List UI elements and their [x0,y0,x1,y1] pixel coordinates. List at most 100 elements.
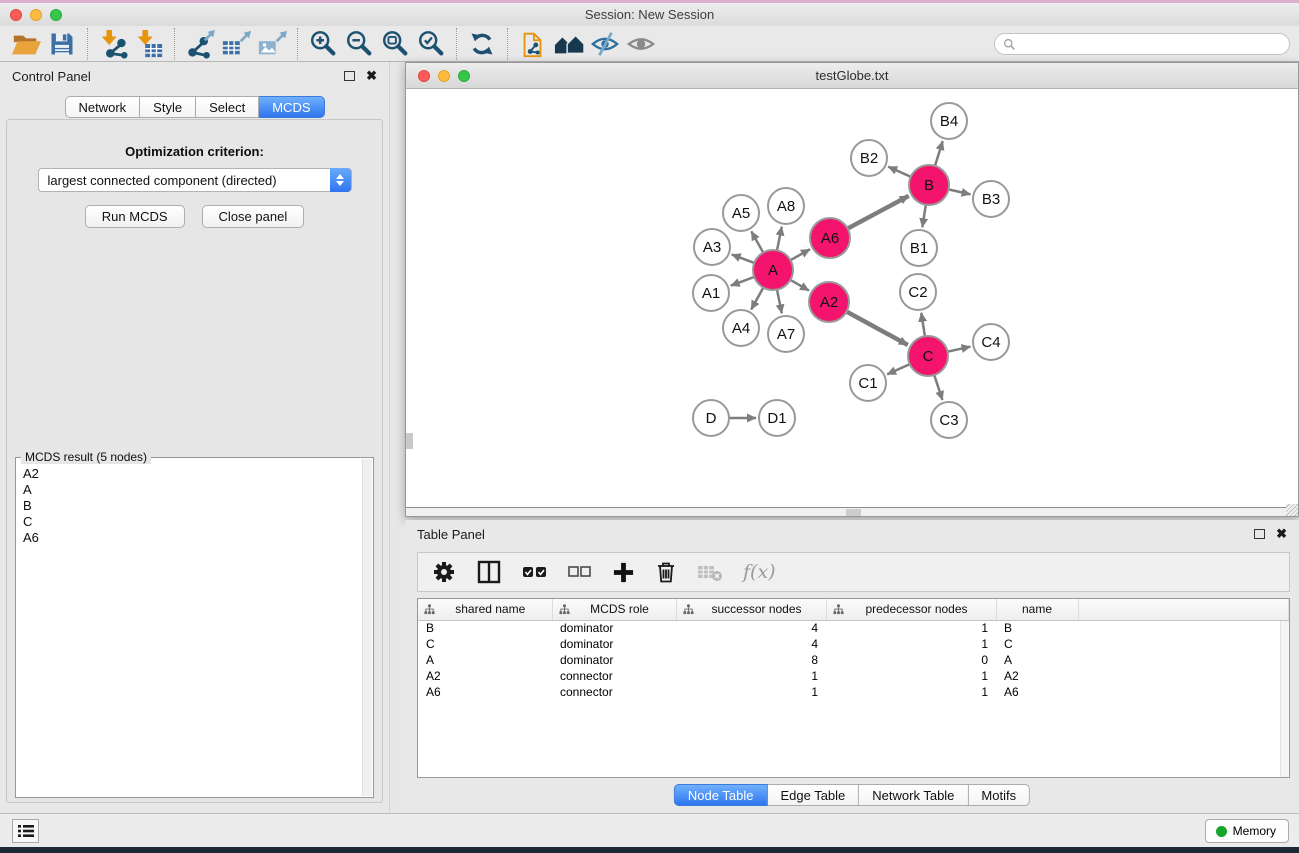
graph-svg[interactable]: B4 B2 B B3 A8A5 A6 A3 B1 A C2 A1 A2 A4A7 C4 C C1 C3 D D1 [406,89,1298,509]
svg-text:C2: C2 [908,284,927,301]
mcds-result-item[interactable]: A [23,482,373,498]
canvas-vertical-scroll-mark[interactable] [406,433,413,449]
criterion-select[interactable]: largest connected component (directed) [38,168,352,192]
tab-edge-table[interactable]: Edge Table [767,784,859,806]
zoom-out-button[interactable] [341,28,377,60]
close-table-panel-icon[interactable]: ✖ [1276,529,1287,539]
tab-mcds[interactable]: MCDS [259,96,324,118]
graph-node-A4[interactable]: A4 [723,310,759,346]
export-network-button[interactable] [182,28,218,60]
graph-node-A[interactable]: A [753,250,793,290]
first-neighbors-button[interactable] [551,28,587,60]
table-row[interactable]: A2connector11A2 [418,668,1289,684]
export-table-button[interactable] [218,28,254,60]
delete-column-button[interactable] [655,556,677,588]
show-all-button[interactable] [623,28,659,60]
tab-style[interactable]: Style [140,96,196,118]
tab-network-table[interactable]: Network Table [859,784,968,806]
graph-node-D[interactable]: D [693,400,729,436]
network-zoom-button[interactable] [458,70,470,82]
column-header-filler [1078,599,1289,620]
minimize-window-button[interactable] [30,9,42,21]
open-session-button[interactable] [8,28,44,60]
graph-node-A1[interactable]: A1 [693,275,729,311]
graph-node-B3[interactable]: B3 [973,181,1009,217]
refresh-button[interactable] [464,28,500,60]
mcds-result-item[interactable]: C [23,514,373,530]
new-network-from-selection-button[interactable] [515,28,551,60]
network-close-button[interactable] [418,70,430,82]
close-panel-icon[interactable]: ✖ [366,71,377,81]
column-header-name[interactable]: name [996,599,1078,620]
mcds-result-scrollbar[interactable] [362,459,372,796]
resize-grip-icon[interactable] [1286,504,1298,516]
save-session-button[interactable] [44,28,80,60]
mcds-result-item[interactable]: B [23,498,373,514]
import-network-button[interactable] [95,28,131,60]
table-row[interactable]: Cdominator41C [418,636,1289,652]
table-scrollbar[interactable] [1280,621,1289,777]
graph-node-A6[interactable]: A6 [810,218,850,258]
search-field[interactable] [994,33,1290,55]
task-history-button[interactable] [12,819,39,843]
tab-node-table[interactable]: Node Table [674,784,768,806]
attribute-settings-button[interactable] [432,556,456,588]
network-canvas[interactable]: B4 B2 B B3 A8A5 A6 A3 B1 A C2 A1 A2 A4A7 C4 C C1 C3 D D1 [406,89,1298,508]
add-column-button[interactable] [612,556,635,588]
table-row[interactable]: Bdominator41B [418,620,1289,636]
close-panel-button[interactable]: Close panel [202,205,305,228]
select-all-button[interactable] [522,556,548,588]
import-table-button[interactable] [131,28,167,60]
graph-node-C2[interactable]: C2 [900,274,936,310]
graph-node-A8[interactable]: A8 [768,188,804,224]
table-row[interactable]: A6connector11A6 [418,684,1289,700]
mcds-result-item[interactable]: A2 [23,466,373,482]
column-header-predecessor-nodes[interactable]: predecessor nodes [826,599,996,620]
destroy-table-button[interactable] [697,556,723,588]
run-mcds-button[interactable]: Run MCDS [85,205,185,228]
zoom-window-button[interactable] [50,9,62,21]
control-panel-title: Control Panel [12,69,91,84]
delete-table-icon [697,562,723,582]
mcds-result-item[interactable]: A6 [23,530,373,546]
zoom-fit-button[interactable] [377,28,413,60]
graph-node-D1[interactable]: D1 [759,400,795,436]
float-panel-icon[interactable] [344,71,355,81]
column-header-shared-name[interactable]: shared name [418,599,552,620]
graph-node-B4[interactable]: B4 [931,103,967,139]
tab-motifs[interactable]: Motifs [968,784,1030,806]
unselect-all-button[interactable] [568,556,592,588]
float-table-panel-icon[interactable] [1254,529,1265,539]
refresh-icon [468,30,496,58]
new-network-file-icon [518,29,548,59]
svg-text:C1: C1 [858,375,877,392]
graph-node-B2[interactable]: B2 [851,140,887,176]
close-window-button[interactable] [10,9,22,21]
memory-button[interactable]: Memory [1205,819,1289,843]
graph-node-A3[interactable]: A3 [694,229,730,265]
tab-network[interactable]: Network [64,96,140,118]
graph-node-B1[interactable]: B1 [901,230,937,266]
graph-node-C1[interactable]: C1 [850,365,886,401]
export-image-button[interactable] [254,28,290,60]
tab-select[interactable]: Select [196,96,259,118]
function-builder-icon[interactable]: f(x) [743,561,776,583]
column-header-successor-nodes[interactable]: successor nodes [676,599,826,620]
graph-node-A7[interactable]: A7 [768,316,804,352]
search-input[interactable] [1021,37,1281,51]
graph-node-C4[interactable]: C4 [973,324,1009,360]
graph-node-A2[interactable]: A2 [809,282,849,322]
network-minimize-button[interactable] [438,70,450,82]
hide-selected-button[interactable] [587,28,623,60]
graph-node-B[interactable]: B [909,165,949,205]
canvas-horizontal-scroll-mark[interactable] [846,509,861,516]
graph-node-C3[interactable]: C3 [931,402,967,438]
graph-node-C[interactable]: C [908,336,948,376]
eye-icon [626,29,656,59]
zoom-in-button[interactable] [305,28,341,60]
column-header-mcds-role[interactable]: MCDS role [552,599,676,620]
table-row[interactable]: Adominator80A [418,652,1289,668]
zoom-selected-button[interactable] [413,28,449,60]
graph-node-A5[interactable]: A5 [723,195,759,231]
column-layout-button[interactable] [476,556,502,588]
